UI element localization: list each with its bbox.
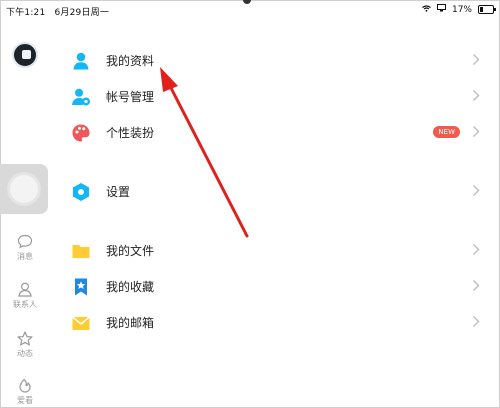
screen-icon [436, 4, 446, 15]
menu-item-account-management[interactable]: 帐号管理 [62, 79, 490, 113]
menu-item-label: 我的邮箱 [106, 316, 155, 330]
folder-icon [72, 245, 90, 258]
menu-item-label: 个性装扮 [106, 126, 155, 140]
chevron-right-icon [473, 244, 480, 255]
chat-bubble-icon [17, 234, 33, 249]
menu-item-settings[interactable]: 设置 [62, 174, 490, 208]
rail-label: 动态 [17, 349, 33, 358]
contact-person-icon [18, 282, 32, 297]
flame-icon [19, 378, 31, 393]
menu-item-label: 帐号管理 [106, 90, 155, 104]
rail-tab-contacts[interactable]: 联系人 [4, 282, 46, 310]
status-bar: 下午1:21 6月29日周一 17% [0, 0, 500, 20]
chevron-right-icon [473, 185, 480, 196]
menu-item-my-profile[interactable]: 我的资料 [62, 43, 490, 77]
chevron-right-icon [473, 90, 480, 101]
person-icon [73, 52, 89, 70]
rail-tab-feed[interactable]: 动态 [4, 331, 46, 359]
settings-hex-icon [73, 183, 89, 201]
new-badge: NEW [433, 126, 460, 138]
bookmark-icon [75, 278, 87, 296]
avatar[interactable] [12, 42, 38, 68]
status-time: 下午1:21 [6, 8, 46, 18]
rail-label: 消息 [17, 252, 33, 261]
floating-assist-ball[interactable] [0, 164, 48, 214]
mail-icon [72, 316, 90, 330]
status-date: 6月29日周一 [54, 8, 110, 18]
account-manage-icon [72, 88, 90, 106]
star-icon [17, 331, 33, 346]
chevron-right-icon [473, 316, 480, 327]
menu-item-label: 设置 [106, 185, 131, 199]
rail-label: 爱看 [17, 396, 33, 405]
chevron-right-icon [473, 280, 480, 291]
menu-item-my-favorites[interactable]: 我的收藏 [62, 269, 490, 303]
rail-tab-watch[interactable]: 爱看 [4, 378, 46, 406]
chevron-right-icon [473, 54, 480, 65]
wifi-icon [422, 4, 431, 15]
menu-item-label: 我的资料 [106, 54, 155, 68]
menu-item-personalize[interactable]: 个性装扮 NEW [62, 115, 490, 149]
menu-item-label: 我的文件 [106, 244, 155, 258]
battery-percent: 17% [451, 4, 472, 15]
rail-label: 联系人 [13, 300, 37, 309]
chevron-right-icon [473, 126, 480, 137]
camera-notch [243, 0, 251, 4]
menu-item-label: 我的收藏 [106, 280, 155, 294]
rail-tab-messages[interactable]: 消息 [4, 234, 46, 262]
palette-icon [72, 124, 90, 142]
battery-icon [478, 5, 496, 14]
menu-item-my-files[interactable]: 我的文件 [62, 233, 490, 267]
menu-item-my-mailbox[interactable]: 我的邮箱 [62, 305, 490, 339]
